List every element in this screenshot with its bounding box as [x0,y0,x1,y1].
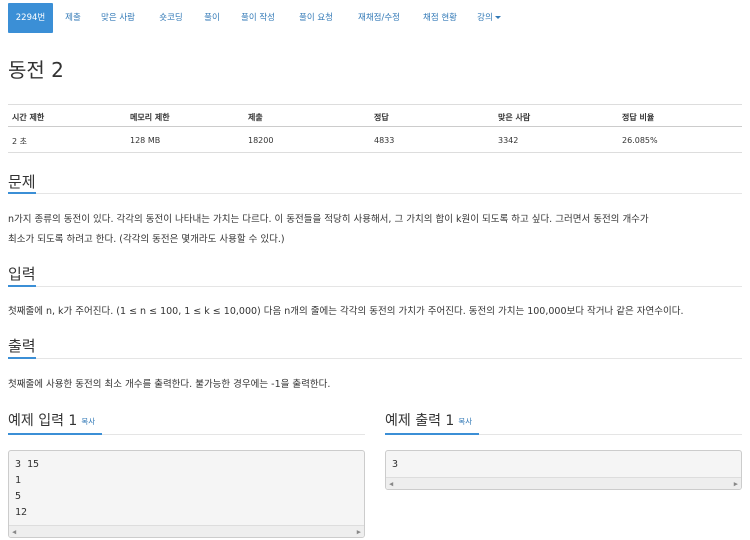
problem-description-line1: n가지 종류의 동전이 있다. 각각의 동전이 나타내는 가치는 다르다. 이 … [8,214,649,225]
value-submissions: 18200 [248,136,274,145]
sample-input-line: 1 [15,475,22,486]
header-submissions: 제출 [248,113,263,122]
sample-input-line: 3 15 [15,459,40,470]
header-accepted-users: 맞은 사람 [498,113,531,122]
value-accepted: 4833 [374,136,395,145]
problem-nav: 2294번 제출 맞은 사람 숏코딩 풀이 풀이 작성 풀이 요청 재채점/수정… [8,3,742,33]
input-heading-rule [8,286,742,287]
header-time-limit: 시간 제한 [12,113,45,122]
value-memory-limit: 128 MB [130,136,161,145]
sample-output-heading: 예제 출력 1 복사 [385,410,472,430]
sample-output-line: 3 [392,459,399,470]
tab-lectures-label: 강의 [477,13,493,23]
tab-status[interactable]: 채점 현황 [418,3,462,33]
tab-write-solution[interactable]: 풀이 작성 [234,3,282,33]
page-title: 동전 2 [8,58,64,82]
header-accepted: 정답 [374,113,389,122]
header-accept-ratio: 정답 비율 [622,113,655,122]
sample-output-copy-button[interactable]: 복사 [458,417,472,426]
sample-input-box[interactable]: 3 15 1 5 12 ◀ ▶ [8,450,365,538]
sample-input-copy-button[interactable]: 복사 [81,417,95,426]
value-time-limit: 2 초 [12,137,27,146]
sample-input-heading: 예제 입력 1 복사 [8,410,95,430]
table-top-border [8,104,742,105]
tab-solutions[interactable]: 풀이 [200,3,224,33]
input-description: 첫째줄에 n, k가 주어진다. (1 ≤ n ≤ 100, 1 ≤ k ≤ 1… [8,306,684,317]
header-memory-limit: 메모리 제한 [130,113,170,122]
sample-input-heading-underline [8,433,102,435]
tab-short-coding[interactable]: 숏코딩 [152,3,190,33]
output-heading: 출력 [8,337,36,355]
sample-output-title: 예제 출력 1 [385,413,455,429]
value-accepted-users: 3342 [498,136,519,145]
value-accept-ratio: 26.085% [622,136,658,145]
input-heading-underline [8,285,36,287]
sample-output-box[interactable]: 3 ◀ ▶ [385,450,742,490]
sample-input-line: 5 [15,491,22,502]
sample-input-scrollbar[interactable]: ◀ ▶ [9,525,364,537]
scroll-right-icon[interactable]: ▶ [357,528,361,536]
output-description: 첫째줄에 사용한 동전의 최소 개수를 출력한다. 불가능한 경우에는 -1을 … [8,379,331,390]
tab-request-solution[interactable]: 풀이 요청 [292,3,340,33]
problem-heading-rule [8,193,742,194]
table-header-border [8,126,742,127]
problem-heading: 문제 [8,173,36,191]
output-heading-rule [8,358,742,359]
output-heading-underline [8,357,36,359]
tab-problem-number[interactable]: 2294번 [8,3,53,33]
problem-heading-underline [8,192,36,194]
input-heading: 입력 [8,265,36,283]
sample-input-line: 12 [15,507,28,518]
sample-input-title: 예제 입력 1 [8,413,78,429]
scroll-left-icon[interactable]: ◀ [12,528,16,536]
tab-submit[interactable]: 제출 [61,3,85,33]
tab-lectures[interactable]: 강의 [472,3,506,33]
problem-description-line2: 최소가 되도록 하려고 한다. (각각의 동전은 몇개라도 사용할 수 있다.) [8,234,285,245]
tab-rejudge[interactable]: 재채점/수정 [350,3,408,33]
chevron-down-icon [494,16,501,19]
tab-accepted-users[interactable]: 맞은 사람 [94,3,142,33]
table-bottom-border [8,152,742,153]
scroll-right-icon[interactable]: ▶ [734,480,738,488]
sample-output-heading-underline [385,433,479,435]
scroll-left-icon[interactable]: ◀ [389,480,393,488]
sample-output-scrollbar[interactable]: ◀ ▶ [386,477,741,489]
